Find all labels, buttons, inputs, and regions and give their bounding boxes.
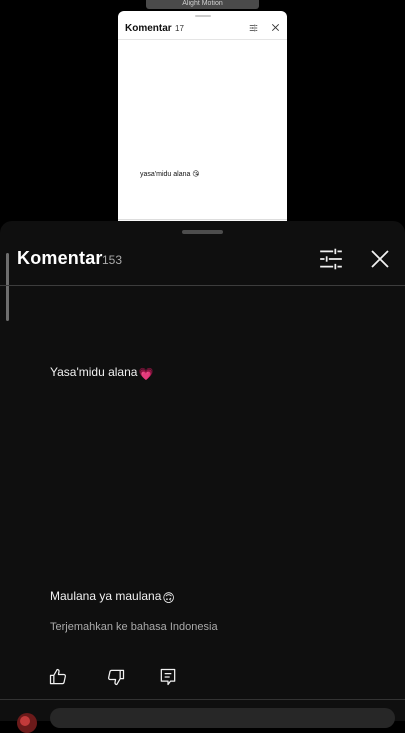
mini-comment-count: 17 bbox=[175, 24, 184, 33]
upside-down-face-emoji: 🙃 bbox=[162, 591, 175, 605]
comment-text: Yasa'midu alana💗 bbox=[50, 365, 153, 381]
header-divider bbox=[0, 285, 405, 286]
mini-comment-text: yasa'midu alana 😘 bbox=[140, 171, 200, 178]
avatar bbox=[17, 713, 37, 733]
mini-tune-icon bbox=[249, 24, 258, 32]
mini-divider bbox=[118, 39, 287, 40]
mini-sheet-title: Komentar bbox=[125, 23, 172, 34]
video-watermark: Alight Motion bbox=[146, 0, 259, 9]
comment-composer bbox=[0, 699, 405, 733]
comments-sheet: Komentar 153 Yasa'midu alana💗 Maulana ya… bbox=[0, 221, 405, 733]
drag-handle[interactable] bbox=[182, 230, 223, 234]
thumbs-up-icon[interactable] bbox=[48, 667, 68, 687]
heart-emoji: 💗 bbox=[138, 367, 154, 381]
close-icon[interactable] bbox=[368, 247, 392, 271]
video-frame: Alight Motion Komentar 17 yasa'midu alan… bbox=[0, 0, 405, 232]
thumbs-down-icon[interactable] bbox=[106, 667, 126, 687]
comment-body: Yasa'midu alana bbox=[50, 365, 138, 379]
translate-link[interactable]: Terjemahkan ke bahasa Indonesia bbox=[50, 621, 218, 633]
comment-count: 153 bbox=[102, 253, 123, 267]
reply-icon[interactable] bbox=[158, 667, 178, 687]
comment-input[interactable] bbox=[50, 708, 395, 728]
scrollbar[interactable] bbox=[6, 253, 9, 321]
tune-icon[interactable] bbox=[318, 246, 344, 272]
sheet-title: Komentar bbox=[17, 248, 103, 268]
mini-close-icon bbox=[271, 23, 280, 32]
comment-body: Maulana ya maulana bbox=[50, 589, 162, 603]
video-embedded-comments-sheet: Komentar 17 yasa'midu alana 😘 bbox=[118, 11, 287, 232]
mini-drag-handle bbox=[195, 15, 211, 17]
comment-text: Maulana ya maulana🙃 bbox=[50, 589, 175, 605]
